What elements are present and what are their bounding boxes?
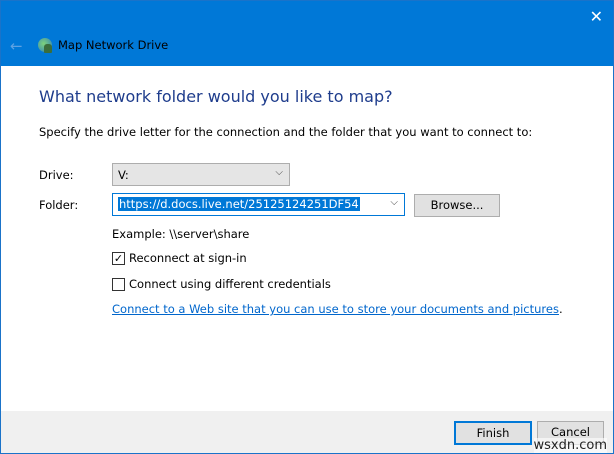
folder-value: https://d.docs.live.net/25125124251DF54 [118, 197, 360, 211]
folder-label: Folder: [39, 198, 79, 212]
chevron-down-icon: ⌵ [275, 167, 283, 178]
network-drive-icon [38, 38, 52, 53]
chevron-down-icon[interactable]: ⌵ [390, 197, 398, 208]
folder-input[interactable]: https://d.docs.live.net/25125124251DF54 … [112, 193, 405, 216]
back-arrow-icon[interactable]: ← [10, 37, 23, 55]
link-suffix: . [558, 302, 563, 316]
page-heading: What network folder would you like to ma… [39, 87, 393, 106]
credentials-checkbox[interactable] [112, 278, 125, 291]
browse-button[interactable]: Browse... [414, 194, 500, 217]
close-icon[interactable]: ✕ [590, 7, 603, 26]
reconnect-checkbox[interactable]: ✓ [112, 252, 125, 265]
reconnect-label[interactable]: Reconnect at sign-in [129, 251, 247, 265]
window-title: Map Network Drive [58, 38, 169, 52]
title-bar: ✕ ← Map Network Drive [1, 1, 613, 66]
watermark: wsxdn.com [533, 438, 607, 453]
drive-value: V: [118, 168, 129, 182]
web-site-link[interactable]: Connect to a Web site that you can use t… [112, 302, 559, 316]
example-text: Example: \\server\share [112, 227, 250, 241]
instruction-text: Specify the drive letter for the connect… [39, 125, 533, 139]
credentials-label[interactable]: Connect using different credentials [129, 277, 331, 291]
map-network-drive-dialog: ✕ ← Map Network Drive What network folde… [0, 0, 614, 454]
drive-select[interactable]: V: ⌵ [112, 163, 290, 186]
drive-label: Drive: [39, 168, 74, 182]
finish-button[interactable]: Finish [454, 421, 532, 445]
